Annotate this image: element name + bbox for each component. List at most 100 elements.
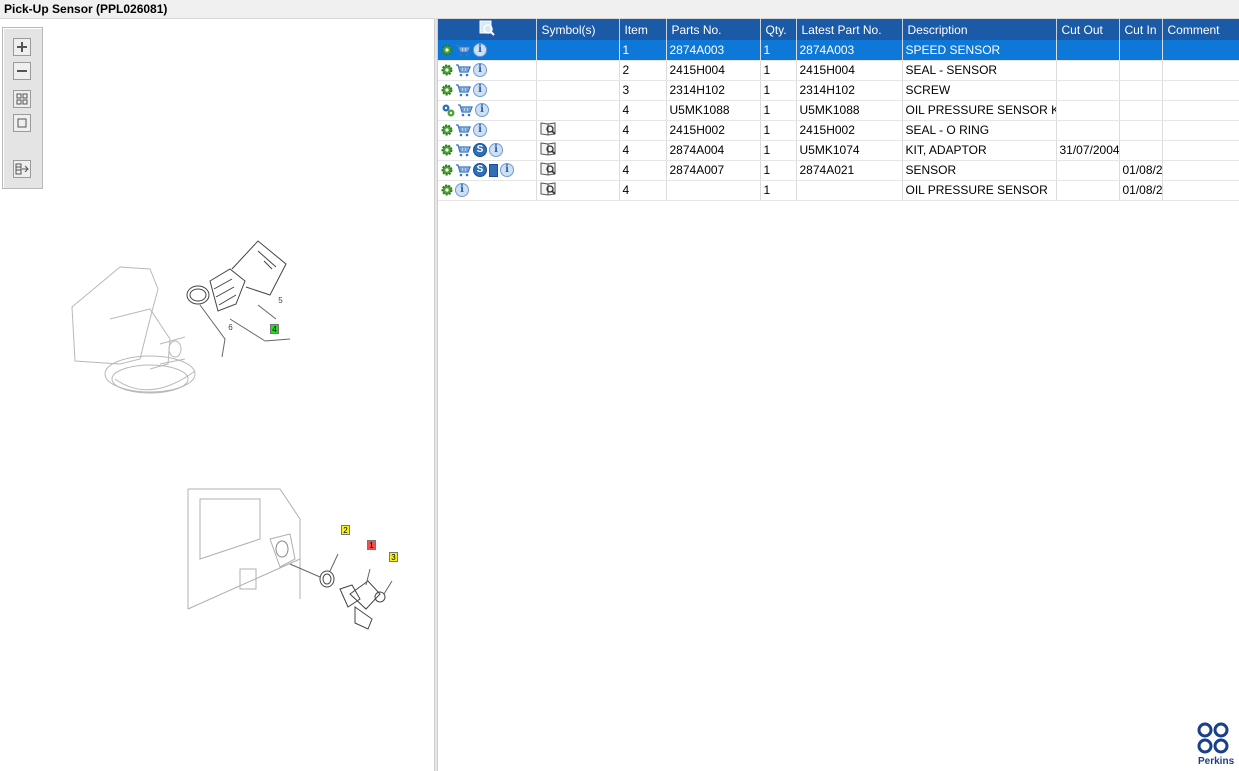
table-row[interactable]: i 3 2314H102 1 2314H102 SCREW xyxy=(438,80,1239,101)
gear-icon[interactable] xyxy=(441,64,453,76)
item-cell: 4 xyxy=(619,180,667,201)
latest-part-no-cell: U5MK1074 xyxy=(796,140,903,161)
item-cell: 4 xyxy=(619,120,667,141)
actual-size-button[interactable] xyxy=(13,114,31,132)
cut-out-cell xyxy=(1056,160,1120,181)
gears-icon[interactable] xyxy=(441,103,455,117)
info-icon[interactable]: i xyxy=(500,163,514,177)
export-button[interactable] xyxy=(13,160,31,178)
book-search-glyph xyxy=(540,142,556,156)
info-icon[interactable]: i xyxy=(473,63,487,77)
info-icon[interactable]: i xyxy=(473,123,487,137)
gear-icon[interactable] xyxy=(441,164,453,176)
callout-4[interactable]: 4 xyxy=(270,324,279,334)
column-header-latest-part-no[interactable]: Latest Part No. xyxy=(796,19,903,40)
row-icons-cell: i xyxy=(438,180,537,201)
info-icon[interactable]: i xyxy=(489,143,503,157)
cart-icon[interactable] xyxy=(455,43,471,57)
book-search-icon[interactable] xyxy=(540,181,557,196)
row-icons: i xyxy=(441,103,535,117)
cart-icon[interactable] xyxy=(457,103,473,117)
comment-cell xyxy=(1162,60,1239,81)
supersession-icon[interactable]: S xyxy=(473,163,487,177)
column-header-icons[interactable] xyxy=(438,19,537,40)
info-icon[interactable]: i xyxy=(473,83,487,97)
cart-glyph xyxy=(456,144,471,157)
book-search-icon[interactable] xyxy=(540,141,557,156)
preview-icon xyxy=(479,20,495,36)
info-icon[interactable]: i xyxy=(475,103,489,117)
zoom-in-button[interactable] xyxy=(13,38,31,56)
row-icons: Si xyxy=(441,143,535,157)
table-row[interactable]: Si 4 2874A004 1 U5MK1074 KIT, ADAPTOR 31/07/20… xyxy=(438,140,1239,161)
callout-2[interactable]: 2 xyxy=(341,525,350,535)
grid-icon xyxy=(16,93,28,105)
row-icons-cell: Si xyxy=(438,140,537,161)
book-search-glyph xyxy=(540,182,556,196)
gear-icon[interactable] xyxy=(441,44,453,56)
table-row[interactable]: Si 4 2874A007 1 2874A021 SENSOR 01/08/2 xyxy=(438,160,1239,181)
drawing-top-assembly xyxy=(71,266,196,394)
description-cell: OIL PRESSURE SENSOR KIT xyxy=(902,100,1057,121)
info-icon[interactable]: i xyxy=(455,183,469,197)
column-header-item[interactable]: Item xyxy=(619,19,667,40)
table-row[interactable]: i 1 2874A003 1 2874A003 SPEED SENSOR xyxy=(438,40,1239,61)
qty-cell: 1 xyxy=(760,100,797,121)
callout-1[interactable]: 1 xyxy=(367,540,376,550)
zoom-out-button[interactable] xyxy=(13,62,31,80)
gear-icon[interactable] xyxy=(441,144,453,156)
column-header-parts-no[interactable]: Parts No. xyxy=(666,19,761,40)
cart-icon[interactable] xyxy=(455,63,471,77)
minus-icon xyxy=(17,70,27,72)
gear-icon[interactable] xyxy=(441,84,453,96)
callout-6[interactable]: 6 xyxy=(226,323,235,333)
illustration-pane[interactable]: 5 6 4 2 1 3 xyxy=(0,19,434,771)
comment-cell xyxy=(1162,80,1239,101)
book-search-icon[interactable] xyxy=(540,121,557,136)
table-row[interactable]: i 2 2415H004 1 2415H004 SEAL - SENSOR xyxy=(438,60,1239,81)
cart-icon[interactable] xyxy=(455,83,471,97)
column-header-cut-in[interactable]: Cut In xyxy=(1119,19,1163,40)
column-header-symbols[interactable]: Symbol(s) xyxy=(536,19,620,40)
latest-part-no-cell: 2874A021 xyxy=(796,160,903,181)
column-header-description[interactable]: Description xyxy=(902,19,1057,40)
fit-all-button[interactable] xyxy=(13,90,31,108)
info-icon[interactable]: i xyxy=(473,42,487,57)
gear-icon[interactable] xyxy=(441,124,453,136)
table-row[interactable]: i 4 2415H002 1 2415H002 SEAL - O RING xyxy=(438,120,1239,141)
cut-in-cell xyxy=(1119,140,1163,161)
parts-no-cell: 2874A003 xyxy=(666,40,761,61)
parts-table: Symbol(s) Item Parts No. Qty. Latest Par… xyxy=(438,19,1239,201)
qty-cell: 1 xyxy=(760,180,797,201)
comment-cell xyxy=(1162,160,1239,181)
gear-icon[interactable] xyxy=(441,184,453,196)
document-icon[interactable] xyxy=(489,163,498,177)
drawing-toolbar xyxy=(2,27,43,189)
qty-cell: 1 xyxy=(760,80,797,101)
column-header-cut-out[interactable]: Cut Out xyxy=(1056,19,1120,40)
cart-glyph xyxy=(456,64,471,77)
cart-icon[interactable] xyxy=(455,123,471,137)
cart-icon[interactable] xyxy=(455,163,471,177)
comment-cell xyxy=(1162,40,1239,61)
column-header-comment[interactable]: Comment xyxy=(1162,19,1239,40)
callout-5[interactable]: 5 xyxy=(276,296,285,306)
cart-icon[interactable] xyxy=(455,143,471,157)
item-cell: 4 xyxy=(619,160,667,181)
latest-part-no-cell: 2415H004 xyxy=(796,60,903,81)
book-search-icon[interactable] xyxy=(540,161,557,176)
column-header-qty[interactable]: Qty. xyxy=(760,19,797,40)
comment-cell xyxy=(1162,100,1239,121)
cart-glyph xyxy=(456,44,471,57)
table-row[interactable]: i 4 1 OIL PRESSURE SENSOR 01/08/2 xyxy=(438,180,1239,201)
callout-3[interactable]: 3 xyxy=(389,552,398,562)
supersession-icon[interactable]: S xyxy=(473,143,487,157)
row-icons: i xyxy=(441,42,535,57)
row-icons: i xyxy=(441,123,535,137)
latest-part-no-cell: 2314H102 xyxy=(796,80,903,101)
table-row[interactable]: i 4 U5MK1088 1 U5MK1088 OIL PRESSURE SENSOR K… xyxy=(438,100,1239,121)
qty-cell: 1 xyxy=(760,120,797,141)
drawing-bottom-sensor xyxy=(289,553,393,630)
cart-glyph xyxy=(458,104,473,117)
description-cell: SCREW xyxy=(902,80,1057,101)
